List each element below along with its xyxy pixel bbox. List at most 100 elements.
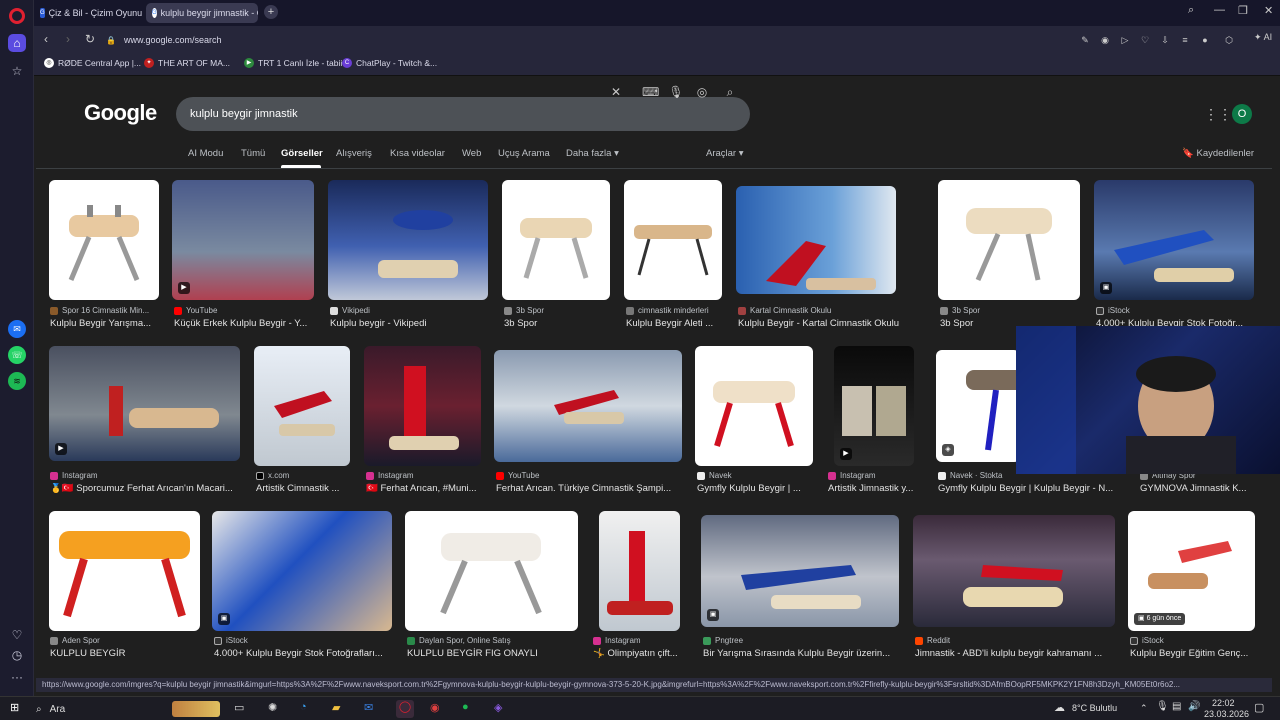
tab-short-videos[interactable]: Kısa videolar (390, 148, 445, 159)
search-input[interactable]: kulplu beygir jimnastik (176, 97, 750, 131)
result-caption[interactable]: Gymfly Kulplu Beygir | ... (697, 483, 815, 494)
whatsapp-icon[interactable]: ☏ (8, 346, 26, 364)
edge-icon[interactable]: ◔ (300, 701, 307, 713)
google-logo[interactable]: Google (84, 100, 157, 126)
notifications-icon[interactable]: ▢ (1254, 701, 1264, 714)
bookmark-chatplay[interactable]: C ChatPlay - Twitch &... (342, 58, 437, 68)
ai-button[interactable]: ✦ AI (1254, 32, 1272, 43)
menu-icon[interactable]: ≡ (1178, 33, 1192, 47)
result-image[interactable] (624, 180, 722, 300)
close-window-icon[interactable]: ✕ (1264, 4, 1273, 17)
result-caption[interactable]: Jimnastik - ABD'li kulplu beygir kahrama… (915, 648, 1117, 659)
home-icon[interactable]: ⌂ (8, 34, 26, 52)
result-image[interactable] (938, 180, 1080, 300)
download-icon[interactable]: ⇩ (1158, 33, 1172, 47)
result-caption[interactable]: KULPLU BEYGİR FIG ONAYLI (407, 648, 582, 659)
result-caption[interactable]: Ferhat Arıcan. Türkiye Cimnastik Şampi..… (496, 483, 686, 494)
edit-icon[interactable]: ✎ (1078, 33, 1092, 47)
profile-icon[interactable]: ● (1198, 33, 1212, 47)
weather-widget-icon[interactable] (172, 701, 220, 717)
maximize-icon[interactable]: ❐ (1238, 4, 1248, 17)
result-caption[interactable]: Kulplu Beygir Aleti ... (626, 318, 726, 329)
tray-chevron-icon[interactable]: ⌃ (1140, 703, 1148, 714)
result-image[interactable] (328, 180, 488, 300)
opera-taskbar-icon[interactable]: ◯ (396, 700, 414, 718)
weather-label[interactable]: 8°C Bulutlu (1072, 703, 1117, 713)
result-caption[interactable]: 🥇🇹🇷 Sporcumuz Ferhat Arıcan'ın Macari... (50, 483, 240, 494)
search-icon[interactable]: ⌕ (722, 85, 738, 100)
result-caption[interactable]: Küçük Erkek Kulplu Beygir - Y... (174, 318, 314, 329)
result-image[interactable]: ▶ (49, 346, 240, 461)
extension-icon[interactable]: ⬡ (1222, 33, 1236, 47)
windows-start-icon[interactable]: ⊞ (10, 701, 19, 714)
bookmark-trt[interactable]: ▶ TRT 1 Canlı İzle - tabii (244, 58, 342, 68)
discord-icon[interactable]: ◈ (494, 701, 502, 714)
minimize-icon[interactable]: — (1214, 4, 1225, 16)
result-image[interactable] (364, 346, 481, 466)
url-input[interactable]: 🔒 www.google.com/search (106, 30, 1066, 50)
outlook-icon[interactable]: ✉ (364, 701, 373, 714)
result-image[interactable] (695, 346, 813, 466)
play-icon[interactable]: ▷ (1118, 33, 1132, 47)
messenger-icon[interactable]: ✉ (8, 320, 26, 338)
tab-web[interactable]: Web (462, 148, 481, 159)
result-caption[interactable]: 4.000+ Kulplu Beygir Stok Fotoğrafları..… (214, 648, 394, 659)
reload-icon[interactable]: ↻ (82, 32, 98, 46)
spotify-icon[interactable]: ≋ (8, 372, 26, 390)
result-image[interactable] (502, 180, 610, 300)
result-image[interactable]: ▣ (701, 515, 899, 627)
result-image[interactable]: ▶ (172, 180, 314, 300)
result-caption[interactable]: 🤸 Olimpiyatın çift... (593, 648, 693, 659)
tab-more[interactable]: Daha fazla ▾ (566, 148, 619, 159)
result-caption[interactable]: Kulplu Beygir Eğitim Genç... (1130, 648, 1266, 659)
result-caption[interactable]: Gymfly Kulplu Beygir | Kulplu Beygir - N… (938, 483, 1114, 494)
network-icon[interactable]: ▤ (1172, 701, 1181, 712)
result-image[interactable] (913, 515, 1115, 627)
bookmark-art-of-ma[interactable]: ✦ THE ART OF MA... (144, 58, 230, 68)
result-image[interactable] (736, 186, 896, 294)
lens-icon[interactable]: ◎ (694, 85, 710, 99)
heart-icon[interactable]: ♡ (8, 626, 26, 644)
clear-icon[interactable]: ✕ (608, 85, 624, 99)
result-caption[interactable]: Kulplu Beygir - Kartal Cimnastik Okulu (738, 318, 932, 329)
new-tab-button[interactable]: + (264, 5, 278, 19)
microphone-icon[interactable]: 🎙 (1156, 701, 1169, 712)
result-caption[interactable]: Bir Yarışma Sırasında Kulplu Beygir üzer… (703, 648, 901, 659)
clock-date[interactable]: 23.03.2026 (1204, 709, 1249, 719)
microphone-icon[interactable]: 🎙 (668, 85, 684, 99)
clock-time[interactable]: 22:02 (1212, 698, 1235, 708)
chatgpt-icon[interactable]: ✺ (268, 701, 277, 714)
file-explorer-icon[interactable]: ▰ (332, 701, 340, 714)
result-image[interactable]: ▣ 6 gün önce (1128, 511, 1255, 631)
result-caption[interactable]: 🇹🇷 Ferhat Arıcan, #Muni... (366, 483, 482, 494)
back-icon[interactable]: ‹ (38, 32, 54, 46)
camera-icon[interactable]: ◉ (1098, 33, 1112, 47)
tools-button[interactable]: Araçlar ▾ (706, 148, 744, 159)
history-icon[interactable]: ◷ (8, 646, 26, 664)
keyboard-icon[interactable]: ⌨ (642, 85, 659, 99)
result-image[interactable] (405, 511, 578, 631)
result-caption[interactable]: Kulplu Beygir Yarışma... (50, 318, 170, 329)
account-avatar[interactable]: O (1232, 104, 1252, 124)
result-image[interactable] (494, 350, 682, 462)
heart-outline-icon[interactable]: ♡ (1138, 33, 1152, 47)
saved-button[interactable]: 🔖 Kaydedilenler (1182, 148, 1254, 159)
result-image[interactable] (254, 346, 350, 466)
volume-icon[interactable]: 🔊 (1188, 701, 1200, 712)
tab-google-search[interactable]: G kulplu beygir jimnastik - G ✕ (146, 3, 258, 23)
result-image[interactable]: ▣ (212, 511, 392, 631)
obs-icon[interactable]: ◉ (430, 701, 440, 714)
result-caption[interactable]: GYMNOVA Jimnastik K... (1140, 483, 1250, 494)
tab-flights[interactable]: Uçuş Arama (498, 148, 550, 159)
result-caption[interactable]: 3b Spor (504, 318, 614, 329)
result-image[interactable]: ▣ (1094, 180, 1254, 300)
bookmark-rode[interactable]: ◎ RØDE Central App |... (44, 58, 141, 68)
result-caption[interactable]: Kulplu beygir - Vikipedi (330, 318, 490, 329)
weather-icon[interactable]: ☁ (1054, 701, 1065, 714)
result-image[interactable]: ◈ (936, 350, 1020, 462)
opera-logo-icon[interactable] (9, 8, 25, 24)
forward-icon[interactable]: › (60, 32, 76, 46)
result-caption[interactable]: Artistik Cimnastik ... (256, 483, 356, 494)
star-icon[interactable]: ☆ (8, 62, 26, 80)
spotify-taskbar-icon[interactable]: ● (462, 701, 469, 713)
